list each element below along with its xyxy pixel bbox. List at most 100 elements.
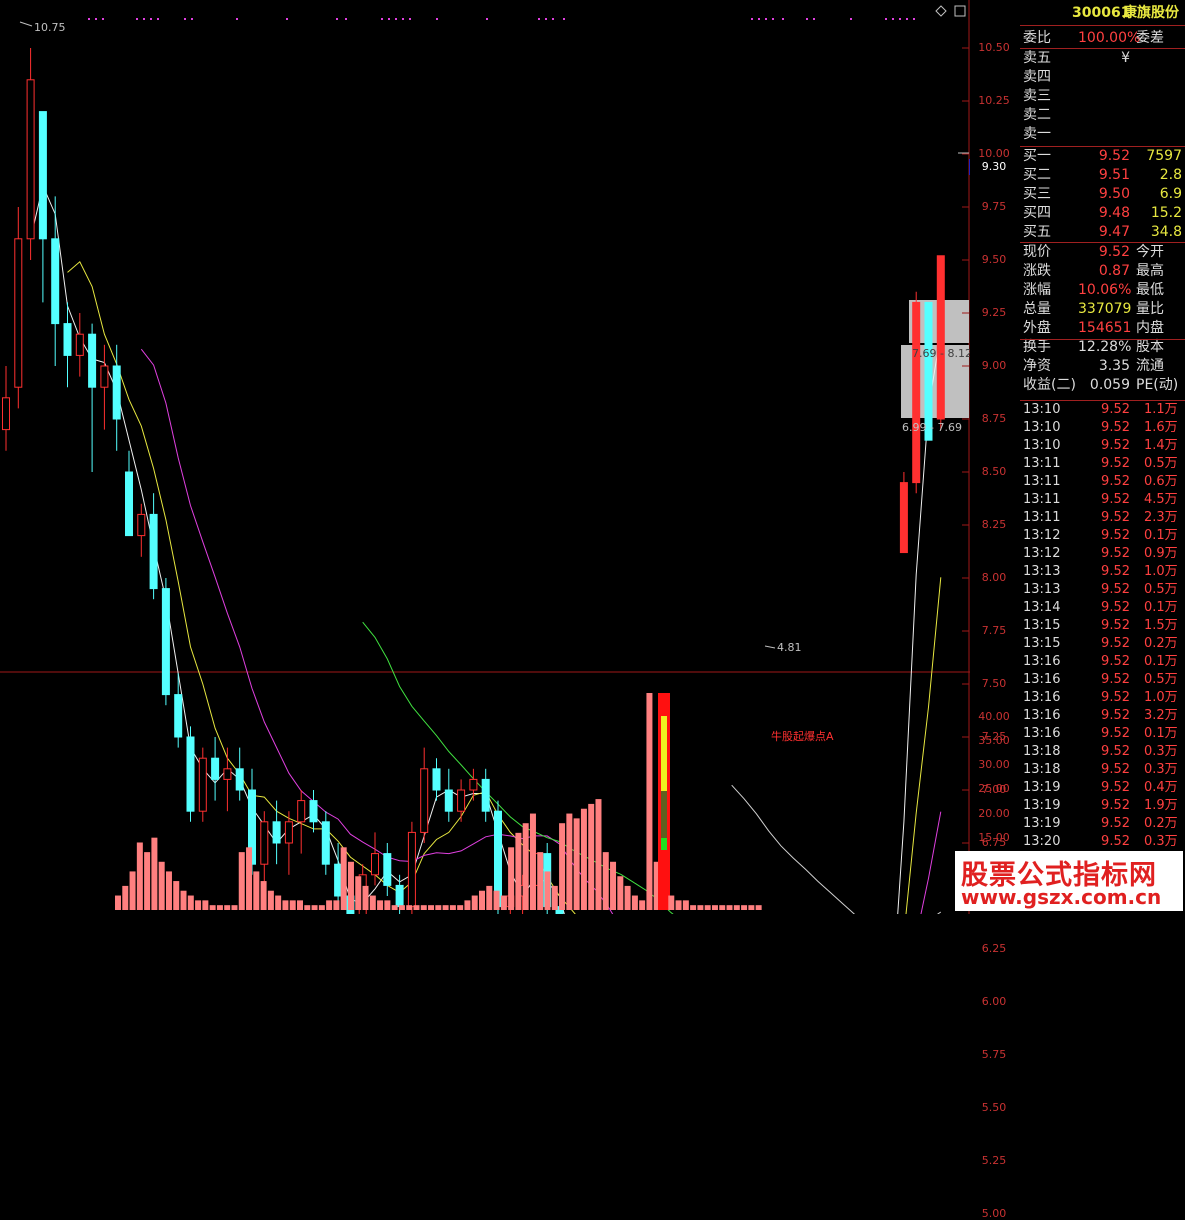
quote-value: 3.35	[1098, 358, 1130, 374]
candle-body	[309, 800, 318, 823]
tick-price: 9.52	[1101, 726, 1130, 741]
candle-body	[284, 821, 293, 844]
tick-time: 13:20	[1023, 834, 1061, 849]
volume-bar	[580, 808, 587, 910]
kline-chart[interactable]: 10.75 4.81 7.69 - 8.12 6.99 - 7.69 牛股起爆点A	[0, 0, 1019, 1220]
candle-body	[444, 789, 453, 812]
tick-price: 9.52	[1101, 600, 1130, 615]
order-label: 买三	[1023, 186, 1051, 202]
volume-bar	[639, 900, 646, 910]
signal-bar-yellow	[661, 716, 667, 791]
tick-time: 13:13	[1023, 582, 1061, 597]
volume-bar	[253, 871, 260, 910]
tick-price: 9.52	[1101, 762, 1130, 777]
volume-bar	[391, 905, 398, 910]
order-price: 9.51	[1098, 167, 1130, 183]
chart-canvas: 10.75 4.81 7.69 - 8.12 6.99 - 7.69 牛股起爆点A	[0, 0, 1019, 1220]
volume-bar	[486, 885, 493, 910]
candle-body	[198, 757, 207, 812]
quote-label: 总量	[1023, 301, 1051, 317]
volume-bar	[398, 905, 405, 910]
volume-bar	[318, 905, 325, 910]
volume-bar	[406, 905, 413, 910]
candle-body	[912, 301, 921, 484]
tick-volume: 4.5万	[1144, 492, 1178, 507]
weibi-label: 委比	[1023, 30, 1051, 46]
price-tick-label: 8.75	[981, 412, 1007, 425]
quote-label-2: 流通	[1136, 358, 1164, 374]
volume-bar	[413, 905, 420, 910]
tick-volume: 1.5万	[1144, 618, 1178, 633]
quote-panel: 300061 康旗股份 委比 100.00% 委差 卖五 ¥ 卖四 卖三 卖二 卖一 买一…	[1020, 0, 1185, 914]
candle-body	[371, 853, 379, 876]
volume-bar	[675, 900, 682, 910]
candle-body	[161, 588, 170, 696]
order-volume: 2.8	[1159, 167, 1182, 183]
tick-price: 9.52	[1101, 438, 1130, 453]
order-price: 9.48	[1098, 205, 1130, 221]
volume-bar	[479, 890, 485, 910]
tick-volume: 0.3万	[1144, 834, 1178, 849]
marker-dot	[751, 18, 753, 20]
candle-body	[469, 778, 478, 791]
buy-row: 买四 9.48 15.2	[1020, 204, 1185, 223]
volume-bar	[537, 852, 544, 910]
marker-dot	[538, 18, 540, 20]
quote-label-2: 今开	[1136, 244, 1164, 260]
tick-row: 13:20 9.52 0.3万	[1020, 833, 1185, 851]
tick-volume: 1.0万	[1144, 564, 1178, 579]
volume-bar	[275, 895, 282, 910]
diamond-icon	[935, 5, 947, 17]
tick-price: 9.52	[1101, 510, 1130, 525]
candle-body	[420, 768, 429, 833]
price-tick-label: 6.00	[981, 995, 1007, 1008]
marker-dot	[552, 18, 554, 20]
order-label: 卖五	[1023, 50, 1051, 66]
candle-body	[125, 471, 133, 537]
volume-bar	[122, 885, 129, 910]
tick-volume: 1.9万	[1144, 798, 1178, 813]
marker-dot	[486, 18, 488, 20]
tick-row: 13:16 9.52 1.0万	[1020, 689, 1185, 707]
candle-body	[899, 482, 908, 554]
sell-row: 卖四	[1020, 68, 1185, 87]
tick-row: 13:10 9.52 1.1万	[1020, 401, 1185, 419]
tick-row: 13:11 9.52 0.5万	[1020, 455, 1185, 473]
candle-body	[88, 333, 97, 388]
tick-volume: 0.1万	[1144, 654, 1178, 669]
candle-body	[936, 255, 945, 420]
tick-price: 9.52	[1101, 456, 1130, 471]
marker-dot	[906, 18, 908, 20]
quote-row: 总量 337079 量比	[1020, 300, 1185, 319]
tick-time: 13:19	[1023, 780, 1061, 795]
order-label: 买四	[1023, 205, 1051, 221]
high-arrow	[19, 21, 33, 27]
tick-price: 9.52	[1101, 672, 1130, 687]
marker-dot	[336, 18, 338, 20]
tick-row: 13:11 9.52 0.6万	[1020, 473, 1185, 491]
buy-row: 买一 9.52 7597	[1020, 147, 1185, 166]
candle-body	[149, 513, 158, 590]
volume-bar	[522, 823, 529, 910]
volume-bar	[610, 861, 617, 910]
tick-time: 13:10	[1023, 402, 1061, 417]
quote-label: 涨幅	[1023, 282, 1051, 298]
tick-row: 13:10 9.52 1.6万	[1020, 419, 1185, 437]
tick-time: 13:19	[1023, 816, 1061, 831]
volume-bar	[289, 900, 296, 910]
tick-row: 13:16 9.52 0.1万	[1020, 725, 1185, 743]
signal-bar-olive	[661, 791, 667, 841]
tick-volume: 0.2万	[1144, 816, 1178, 831]
marker-dot	[381, 18, 383, 20]
volume-bar	[347, 861, 354, 910]
marker-dot	[850, 18, 852, 20]
marker-dot	[88, 18, 90, 20]
tick-volume: 0.5万	[1144, 582, 1178, 597]
marker-dot	[157, 18, 159, 20]
tick-price: 9.52	[1101, 834, 1130, 849]
marker-dot	[813, 18, 815, 20]
price-tick-label: 5.75	[981, 1048, 1007, 1061]
volume-bar	[588, 803, 595, 910]
tick-volume: 0.5万	[1144, 672, 1178, 687]
tick-time: 13:16	[1023, 726, 1061, 741]
